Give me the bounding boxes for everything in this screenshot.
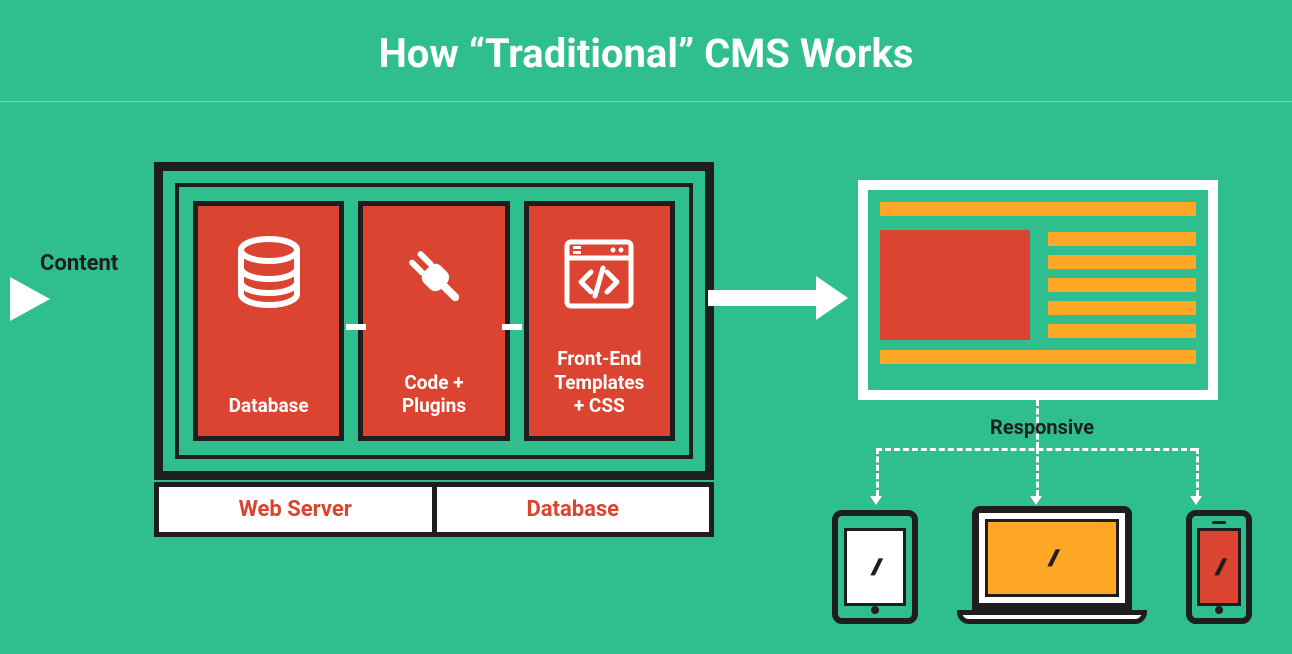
dashed-arrowhead-icon — [1030, 496, 1042, 505]
diagram-stage: Content — [0, 102, 1292, 642]
plug-icon — [363, 236, 504, 316]
card-frontend-templates: Front-End Templates + CSS — [524, 201, 675, 441]
laptop-icon: // — [957, 506, 1147, 624]
cms-inner-row: Database Code + Plugins — [175, 183, 693, 459]
card-label: Front-End Templates + CSS — [554, 347, 644, 418]
card-database: Database — [193, 201, 344, 441]
mock-hero-block — [880, 230, 1030, 340]
mock-footer-bar — [880, 350, 1196, 364]
responsive-label: Responsive — [990, 415, 1094, 439]
connector-segment-icon — [346, 324, 366, 330]
footer-database: Database — [437, 482, 715, 537]
dashed-connector — [876, 448, 879, 496]
card-label: Database — [229, 394, 309, 418]
tablet-icon: // — [832, 510, 918, 624]
output-arrow-icon — [708, 290, 818, 306]
card-label: Code + Plugins — [402, 371, 466, 419]
website-mockup — [858, 180, 1218, 400]
database-icon — [198, 236, 339, 316]
dashed-arrowhead-icon — [1190, 496, 1202, 505]
card-code-plugins: Code + Plugins — [358, 201, 509, 441]
template-code-icon — [529, 236, 670, 312]
mock-text-lines — [1048, 230, 1196, 340]
content-input-label: Content — [40, 251, 118, 276]
devices-row: // // // — [832, 506, 1252, 624]
dashed-arrowhead-icon — [870, 496, 882, 505]
input-arrow-icon — [10, 277, 50, 321]
cms-footer-row: Web Server Database — [154, 482, 714, 537]
smartphone-icon: // — [1186, 510, 1252, 624]
mock-header-bar — [880, 202, 1196, 216]
cms-container: Database Code + Plugins — [154, 162, 714, 480]
connector-segment-icon — [502, 324, 522, 330]
dashed-connector — [1036, 448, 1039, 496]
footer-web-server: Web Server — [154, 482, 437, 537]
dashed-connector — [1196, 448, 1199, 496]
page-title: How “Traditional” CMS Works — [0, 0, 1292, 101]
